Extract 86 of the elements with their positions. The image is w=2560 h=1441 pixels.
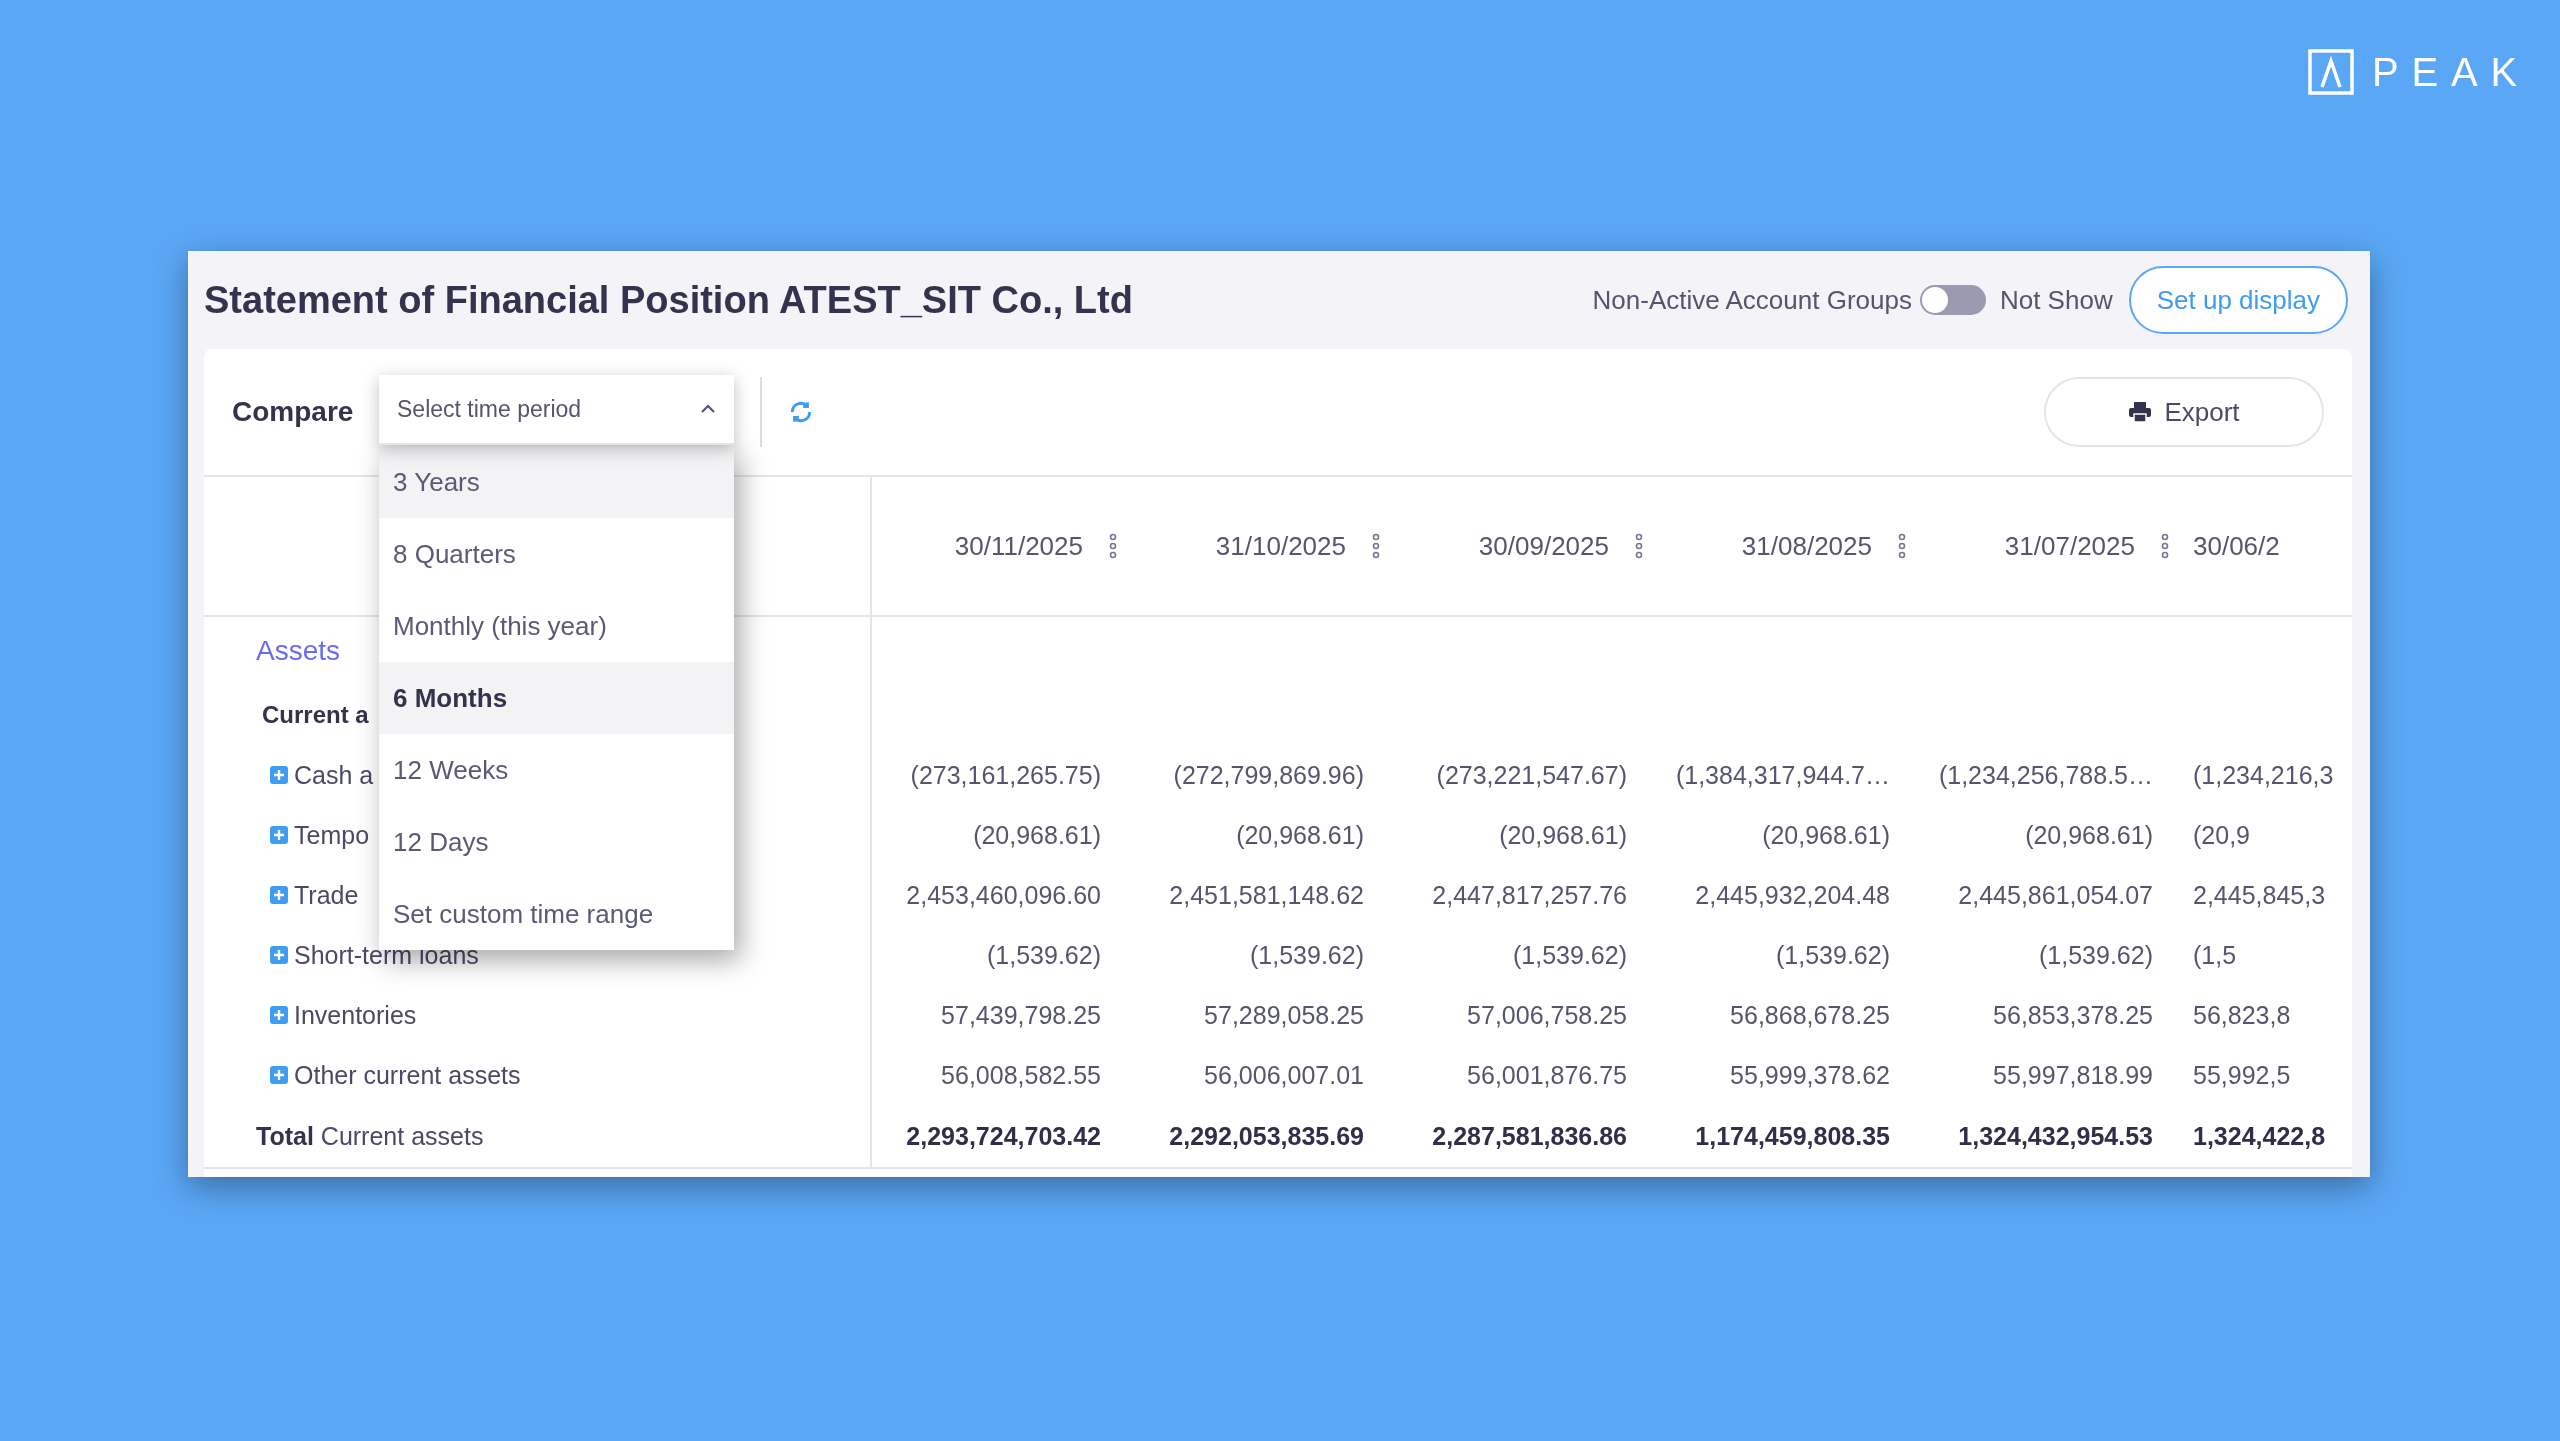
menu-option[interactable]: Monthly (this year) (379, 590, 734, 662)
amount-value: 56,008,582.55 (941, 1060, 1101, 1090)
expand-icon[interactable] (270, 766, 288, 784)
date-column-header: 31/08/2025 (1741, 530, 1872, 562)
date-column-header: 30/11/2025 (954, 530, 1083, 562)
amount-value: 56,006,007.01 (1204, 1060, 1364, 1090)
amount-value: 2,453,460,096.60 (906, 880, 1101, 910)
menu-option[interactable]: 12 Days (379, 806, 734, 878)
account-name: Other current assets (294, 1060, 521, 1090)
logo-mark-icon (2308, 49, 2355, 95)
menu-option[interactable]: 8 Quarters (379, 518, 734, 590)
amount-value: 2,445,932,204.48 (1695, 880, 1890, 910)
expand-icon[interactable] (270, 946, 288, 964)
account-name: Trade (294, 880, 359, 910)
amount-value: 57,006,758.25 (1467, 1000, 1627, 1030)
amount-value: (20,968.61) (1499, 820, 1627, 850)
amount-value: (1,234,216,3 (2193, 760, 2334, 790)
amount-value: (1,539.62) (2039, 940, 2153, 970)
time-period-select[interactable]: Select time period (379, 375, 734, 445)
amount-value: 2,447,817,257.76 (1432, 880, 1627, 910)
amount-value: (20,9 (2193, 820, 2250, 850)
amount-value: 56,868,678.25 (1730, 1000, 1890, 1030)
total-value: 1,174,459,808.35 (1695, 1121, 1890, 1151)
toggle-state-label: Not Show (1999, 284, 2113, 316)
amount-value: (1,234,256,788.5… (1938, 760, 2153, 790)
amount-value: (1,384,317,944.7… (1675, 760, 1890, 790)
amount-value: 55,992,5 (2193, 1060, 2291, 1090)
amount-value: 56,853,378.25 (1993, 1000, 2153, 1030)
amount-value: 55,997,818.99 (1993, 1060, 2153, 1090)
amount-value: 56,001,876.75 (1467, 1060, 1627, 1090)
logo-text: PEAK (2372, 52, 2530, 92)
amount-value: (1,539.62) (1776, 940, 1890, 970)
menu-option[interactable]: 3 Years (379, 446, 734, 518)
amount-value: (20,968.61) (973, 820, 1101, 850)
total-value: 2,292,053,835.69 (1169, 1121, 1364, 1151)
kebab-menu-icon[interactable] (2161, 533, 2169, 559)
amount-value: (1,539.62) (987, 940, 1101, 970)
menu-option[interactable]: 6 Months (379, 662, 734, 734)
date-column-header: 31/07/2025 (2004, 530, 2135, 562)
group-heading: Current a (262, 701, 369, 729)
expand-icon[interactable] (270, 826, 288, 844)
kebab-menu-icon[interactable] (1898, 533, 1906, 559)
amount-value: (273,161,265.75) (910, 760, 1101, 790)
menu-option[interactable]: 12 Weeks (379, 734, 734, 806)
expand-icon[interactable] (270, 1066, 288, 1084)
total-value: 2,287,581,836.86 (1432, 1121, 1627, 1151)
total-value: 2,293,724,703.42 (906, 1121, 1101, 1151)
amount-value: 57,289,058.25 (1204, 1000, 1364, 1030)
total-label: Total Current assets (256, 1121, 484, 1151)
total-value: 1,324,432,954.53 (1958, 1121, 2153, 1151)
toggle-switch[interactable] (1919, 285, 1986, 315)
account-name: Cash a (294, 760, 374, 790)
amount-value: 57,439,798.25 (941, 1000, 1101, 1030)
amount-value: 2,451,581,148.62 (1169, 880, 1364, 910)
total-value: 1,324,422,8 (2193, 1121, 2326, 1151)
amount-value: 56,823,8 (2193, 1000, 2291, 1030)
amount-value: (272,799,869.96) (1173, 760, 1364, 790)
amount-value: (1,539.62) (1250, 940, 1364, 970)
amount-value: (20,968.61) (2025, 820, 2153, 850)
menu-option[interactable]: Set custom time range (379, 878, 734, 950)
amount-value: 2,445,861,054.07 (1958, 880, 2153, 910)
kebab-menu-icon[interactable] (1372, 533, 1380, 559)
toggle-label: Non-Active Account Groups (1592, 284, 1912, 316)
amount-value: (1,539.62) (1513, 940, 1627, 970)
amount-value: (20,968.61) (1762, 820, 1890, 850)
export-button[interactable]: Export (2044, 377, 2324, 447)
account-name: Inventories (294, 1000, 417, 1030)
kebab-menu-icon[interactable] (1635, 533, 1643, 559)
amount-value: (273,221,547.67) (1436, 760, 1627, 790)
date-column-header: 30/09/2025 (1478, 530, 1609, 562)
date-column-header: 30/06/2 (2193, 530, 2280, 562)
section-heading[interactable]: Assets (256, 635, 341, 667)
amount-value: (20,968.61) (1236, 820, 1364, 850)
amount-value: 55,999,378.62 (1730, 1060, 1890, 1090)
amount-value: (1,5 (2193, 940, 2237, 970)
caret-icon (700, 404, 716, 414)
printer-icon (2128, 401, 2153, 423)
account-name: Tempo (294, 820, 370, 850)
refresh-icon[interactable] (788, 399, 814, 425)
expand-icon[interactable] (270, 886, 288, 904)
kebab-menu-icon[interactable] (1109, 533, 1117, 559)
compare-label: Compare (232, 396, 355, 428)
date-column-header: 31/10/2025 (1215, 530, 1346, 562)
report-title: Statement of Financial Position ATEST_SIT Co., Ltd (204, 278, 1134, 322)
expand-icon[interactable] (270, 1006, 288, 1024)
amount-value: 2,445,845,3 (2193, 880, 2326, 910)
